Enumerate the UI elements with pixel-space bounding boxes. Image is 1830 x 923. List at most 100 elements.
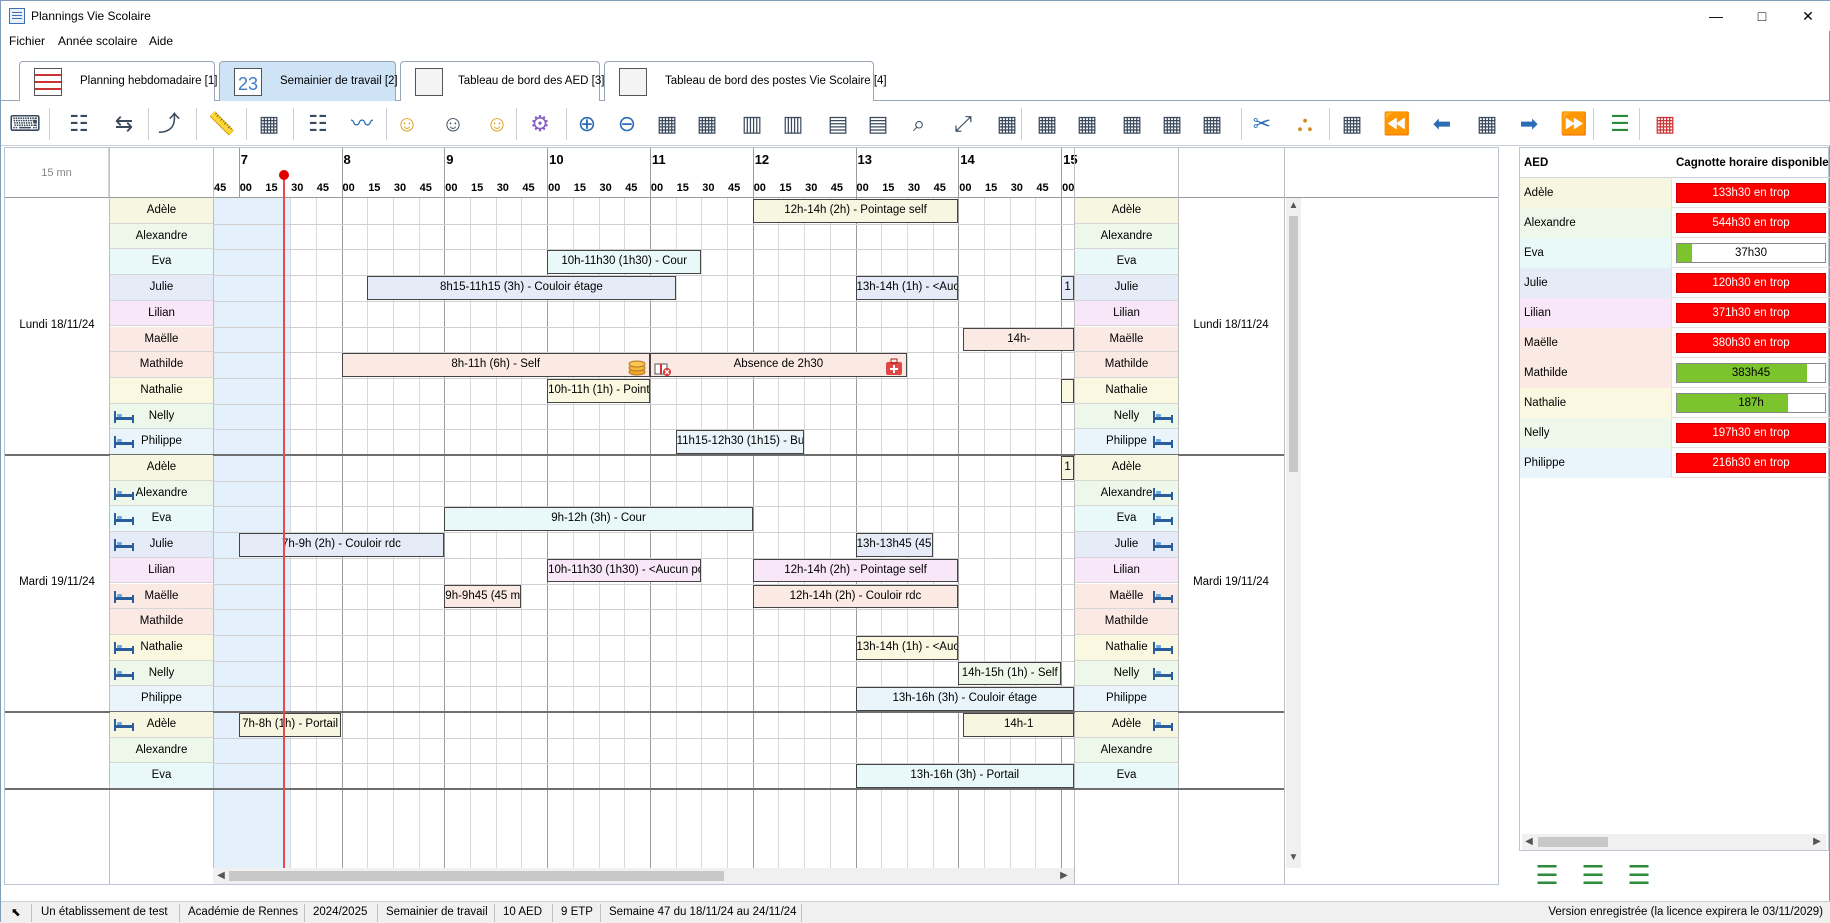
delete-table-icon[interactable]: ▦ bbox=[1116, 108, 1148, 140]
schedule-block[interactable]: 12h-14h (2h) - Couloir rdc bbox=[752, 584, 959, 609]
aed-name-cell[interactable]: Mathilde bbox=[110, 352, 213, 378]
aed-budget-row[interactable]: Maëlle 380h30 en trop bbox=[1520, 328, 1830, 358]
grid-vscroll[interactable]: ▲ ▼ bbox=[1286, 198, 1301, 868]
aed-name-cell[interactable]: Maëlle bbox=[110, 326, 213, 353]
tab-tableau-de-bord-aed[interactable]: Tableau de bord des AED [3] bbox=[400, 61, 604, 101]
scale-indicator[interactable]: 15 mn bbox=[5, 148, 109, 198]
schedule-block[interactable]: 14h-1 bbox=[963, 713, 1074, 737]
calendar-star-icon[interactable]: ▦ bbox=[1471, 108, 1503, 140]
col-cagnotte-header[interactable]: Cagnotte horaire disponible bbox=[1676, 157, 1829, 169]
scroll-up-icon[interactable]: ▲ bbox=[1286, 200, 1301, 211]
remove-row-icon[interactable]: ▤ bbox=[862, 108, 894, 140]
tab-tableau-de-bord-postes[interactable]: Tableau de bord des postes Vie Scolaire … bbox=[604, 61, 887, 101]
schedule-block[interactable]: 11h15-12h30 (1h15) - Burea bbox=[675, 430, 805, 454]
side-hscroll-thumb[interactable] bbox=[1538, 837, 1608, 847]
maximize-button[interactable]: □ bbox=[1739, 1, 1785, 31]
schedule-block[interactable]: 14h- bbox=[963, 327, 1074, 352]
aed-name-cell-right[interactable]: Adèle bbox=[1075, 198, 1178, 224]
schedule-block[interactable]: 7h-9h (2h) - Couloir rdc bbox=[238, 533, 445, 557]
aed-name-cell[interactable]: Mathilde bbox=[110, 609, 213, 635]
schedule-block[interactable]: 10h-11h30 (1h30) - <Aucun post bbox=[547, 558, 702, 583]
aed-budget-row[interactable]: Eva 37h30 bbox=[1520, 238, 1830, 268]
aed-name-cell[interactable]: Eva bbox=[110, 763, 213, 790]
schedule-block[interactable]: 8h-11h (6h) - Self bbox=[341, 353, 650, 377]
aed-name-cell[interactable]: Philippe bbox=[110, 686, 213, 712]
schedule-block[interactable]: 14h-15h (1h) - Self bbox=[958, 661, 1062, 686]
close-button[interactable]: ✕ bbox=[1785, 1, 1830, 31]
aed-budget-row[interactable]: Nelly 197h30 en trop bbox=[1520, 418, 1830, 448]
info-table-icon[interactable]: ▦ bbox=[1031, 108, 1063, 140]
side-hscroll[interactable]: ◀ ▶ bbox=[1522, 834, 1826, 850]
aed-name-cell-right[interactable]: Eva bbox=[1075, 249, 1178, 276]
scroll-down-icon[interactable]: ▼ bbox=[1286, 852, 1301, 863]
aed-name-cell[interactable]: Adèle bbox=[110, 455, 213, 481]
aed-budget-row[interactable]: Nathalie 187h bbox=[1520, 388, 1830, 418]
import-list-icon[interactable]: ☰ bbox=[1531, 859, 1563, 891]
schedule-block[interactable]: 9h-9h45 (45 mn bbox=[444, 584, 522, 609]
lock-fit-icon[interactable]: ⤢ bbox=[947, 108, 979, 140]
aed-name-cell-right[interactable]: Lilian bbox=[1075, 300, 1178, 327]
aed-name-cell-right[interactable]: Philippe bbox=[1075, 686, 1178, 712]
aed-budget-row[interactable]: Alexandre 544h30 en trop bbox=[1520, 208, 1830, 238]
next-icon[interactable]: ➡ bbox=[1513, 108, 1545, 140]
zoom-in-icon[interactable]: ⊕ bbox=[571, 108, 603, 140]
color-table-icon[interactable]: ▦ bbox=[991, 108, 1023, 140]
aed-name-cell[interactable]: Alexandre bbox=[110, 223, 213, 250]
schedule-grid[interactable]: 15 mn 7 8 9 10 11 12 13 14 15 45 00 15 30 45 00 15 30 45 0… bbox=[4, 147, 1499, 885]
settings-gears-icon[interactable]: ⚙ bbox=[524, 108, 556, 140]
aed-budget-row[interactable]: Mathilde 383h45 bbox=[1520, 358, 1830, 388]
table-width-icon[interactable]: ▦ bbox=[651, 108, 683, 140]
first-icon[interactable]: ⏪ bbox=[1381, 108, 1413, 140]
scroll-left-icon[interactable]: ◀ bbox=[215, 870, 227, 881]
pulse-icon[interactable]: 〰 bbox=[346, 108, 378, 140]
previous-icon[interactable]: ⬅ bbox=[1426, 108, 1458, 140]
stamp-icon[interactable]: ⛬ bbox=[1289, 108, 1321, 140]
schedule-block[interactable]: 7h-8h (1h) - Portail bbox=[238, 713, 342, 737]
search-table-icon[interactable]: ⌕ bbox=[903, 108, 935, 140]
schedule-block[interactable]: Absence de 2h30 bbox=[649, 353, 907, 377]
minimize-button[interactable]: — bbox=[1693, 1, 1739, 31]
scissors-icon[interactable]: ✂ bbox=[1246, 108, 1278, 140]
aed-name-cell-right[interactable]: Adèle bbox=[1075, 455, 1178, 481]
user-edit-icon[interactable]: ☺ bbox=[481, 108, 513, 140]
aed-budget-row[interactable]: Philippe 216h30 en trop bbox=[1520, 448, 1830, 478]
menu-aide[interactable]: Aide bbox=[149, 34, 173, 48]
aed-name-cell[interactable]: Alexandre bbox=[110, 737, 213, 764]
user-swap-icon[interactable]: ☺ bbox=[391, 108, 423, 140]
calendar-search-icon[interactable]: ▦ bbox=[1336, 108, 1368, 140]
aed-budget-row[interactable]: Adèle 133h30 en trop bbox=[1520, 178, 1830, 208]
aed-name-cell-right[interactable]: Eva bbox=[1075, 763, 1178, 790]
calendar-22-icon[interactable]: ▦ bbox=[1649, 108, 1681, 140]
add-column-icon[interactable]: ▥ bbox=[736, 108, 768, 140]
schedule-block[interactable]: 13h-14h (1h) - <Aucu bbox=[855, 635, 959, 660]
table-icon[interactable]: ▦ bbox=[1071, 108, 1103, 140]
schedule-block[interactable]: 9h-12h (3h) - Cour bbox=[444, 507, 753, 532]
schedule-block[interactable]: 1 bbox=[1061, 276, 1074, 300]
aed-name-cell[interactable]: Lilian bbox=[110, 557, 213, 584]
aed-name-cell-right[interactable]: Julie bbox=[1075, 275, 1178, 301]
col-aed-header[interactable]: AED bbox=[1524, 157, 1548, 169]
aed-budget-row[interactable]: Lilian 371h30 en trop bbox=[1520, 298, 1830, 328]
schedule-block[interactable]: 13h-13h45 (45 bbox=[855, 533, 933, 557]
scroll-left-icon[interactable]: ◀ bbox=[1522, 836, 1536, 847]
grid-vscroll-thumb[interactable] bbox=[1289, 216, 1298, 472]
staff-list-icon[interactable]: ☷ bbox=[63, 108, 95, 140]
aed-name-cell-right[interactable]: Lilian bbox=[1075, 557, 1178, 584]
add-row-icon[interactable]: ▤ bbox=[822, 108, 854, 140]
aed-name-cell-right[interactable]: Mathilde bbox=[1075, 609, 1178, 635]
user-clock-icon[interactable]: ☺ bbox=[437, 108, 469, 140]
resize-grip-icon[interactable]: ⬉ bbox=[11, 905, 21, 919]
schedule-block[interactable]: 13h-14h (1h) - <Aucu bbox=[855, 276, 959, 300]
table-undo-icon[interactable]: ▦ bbox=[1156, 108, 1188, 140]
schedule-block[interactable]: 10h-11h (1h) - Pointa bbox=[547, 378, 650, 403]
schedule-block[interactable]: 8h15-11h15 (3h) - Couloir étage bbox=[367, 276, 676, 300]
schedule-block[interactable] bbox=[1061, 378, 1074, 403]
grid-hscroll[interactable]: ◀ ▶ bbox=[213, 868, 1074, 884]
schedule-block[interactable]: 12h-14h (2h) - Pointage self bbox=[752, 199, 959, 223]
last-icon[interactable]: ⏩ bbox=[1558, 108, 1590, 140]
aed-name-cell[interactable]: Julie bbox=[110, 275, 213, 301]
schedule-block[interactable]: 12h-14h (2h) - Pointage self bbox=[752, 558, 959, 583]
aed-name-cell[interactable]: Eva bbox=[110, 249, 213, 276]
table-redo-icon[interactable]: ▦ bbox=[1196, 108, 1228, 140]
export-icon[interactable]: ⤴ bbox=[153, 108, 185, 140]
